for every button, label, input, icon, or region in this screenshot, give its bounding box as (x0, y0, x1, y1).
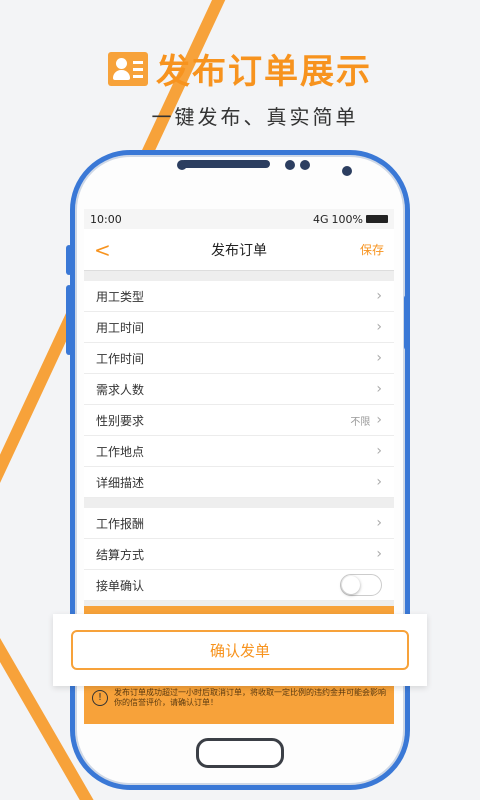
row-label: 工作报酬 (96, 516, 145, 531)
phone-home-button (196, 738, 284, 768)
form-row-order-confirm: 接单确认 (84, 570, 394, 601)
row-label: 性别要求 (96, 413, 145, 428)
phone-side-button (404, 295, 410, 350)
row-label: 结算方式 (96, 547, 145, 562)
row-label: 用工时间 (96, 320, 145, 335)
phone-camera (342, 166, 352, 176)
row-label: 详细描述 (96, 475, 145, 490)
notice-text: 发布订单成功超过一小时后取消订单，将收取一定比例的违约金并可能会影响你的信誉评价… (114, 688, 386, 707)
save-button[interactable]: 保存 (344, 241, 384, 258)
row-label: 工作地点 (96, 444, 145, 459)
nav-bar: < 发布订单 保存 (84, 229, 394, 271)
phone-speaker (180, 160, 270, 168)
row-label: 需求人数 (96, 382, 145, 397)
promo-banner: 发布订单展示 一键发布、真实简单 (0, 44, 480, 130)
chevron-right-icon: › (376, 288, 382, 304)
chevron-right-icon: › (376, 381, 382, 397)
confirm-panel: 确认发单 (53, 614, 427, 686)
phone-side-button (66, 285, 72, 355)
warning-icon: ! (92, 690, 108, 706)
chevron-right-icon: › (376, 319, 382, 335)
form-row-location[interactable]: 工作地点 › (84, 436, 394, 467)
row-value: 不限 (350, 416, 371, 428)
chevron-right-icon: › (376, 350, 382, 366)
form-row-gender[interactable]: 性别要求 不限 › (84, 405, 394, 436)
form-row-headcount[interactable]: 需求人数 › (84, 374, 394, 405)
phone-sensor (285, 160, 295, 170)
form-group-basic: 用工类型 › 用工时间 › 工作时间 › 需求人数 › 性别要求 不限 › 工作… (84, 281, 394, 498)
row-label: 用工类型 (96, 289, 145, 304)
page-title: 发布订单 (211, 242, 267, 259)
form-row-description[interactable]: 详细描述 › (84, 467, 394, 498)
battery-text: 100% (331, 212, 363, 226)
notice-bar: ! 发布订单成功超过一小时后取消订单，将收取一定比例的违约金并可能会影响你的信誉… (84, 684, 394, 712)
phone-sensor (300, 160, 310, 170)
chevron-right-icon: › (376, 474, 382, 490)
phone-sensor (177, 160, 187, 170)
form-row-work-type[interactable]: 用工类型 › (84, 281, 394, 312)
chevron-right-icon: › (376, 412, 382, 428)
chevron-right-icon: › (376, 443, 382, 459)
form-row-work-date[interactable]: 用工时间 › (84, 312, 394, 343)
form-group-payment: 工作报酬 › 结算方式 › 接单确认 (84, 508, 394, 601)
contact-card-icon (108, 51, 148, 86)
banner-title: 发布订单展示 (156, 52, 372, 92)
order-confirm-toggle[interactable] (340, 574, 382, 596)
row-label: 接单确认 (96, 578, 145, 593)
confirm-order-button[interactable]: 确认发单 (71, 630, 409, 670)
row-label: 工作时间 (96, 351, 145, 366)
phone-side-button (66, 245, 72, 275)
form-row-pay[interactable]: 工作报酬 › (84, 508, 394, 539)
battery-icon (366, 215, 388, 223)
form-row-settlement[interactable]: 结算方式 › (84, 539, 394, 570)
banner-subtitle: 一键发布、真实简单 (151, 105, 359, 129)
status-bar: 10:00 4G 100% (84, 209, 394, 229)
chevron-right-icon: › (376, 515, 382, 531)
signal-icon: 4G (313, 212, 329, 226)
chevron-right-icon: › (376, 546, 382, 562)
back-chevron-icon[interactable]: < (94, 238, 134, 262)
status-time: 10:00 (90, 212, 122, 226)
form-row-work-hours[interactable]: 工作时间 › (84, 343, 394, 374)
